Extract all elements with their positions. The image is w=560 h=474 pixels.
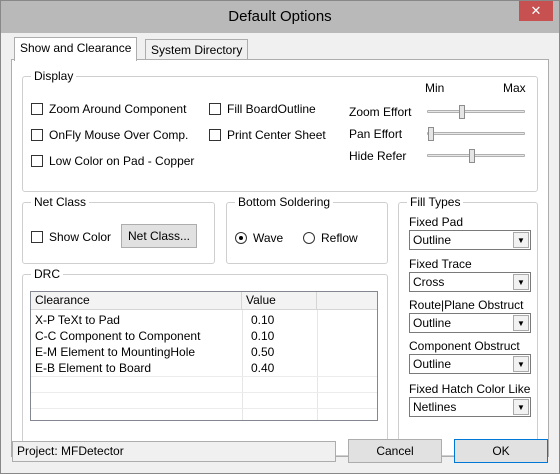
fill-types-legend: Fill Types [407,195,464,209]
pan-effort-slider[interactable] [427,127,525,141]
dialog-body: Show and Clearance System Directory Disp… [6,33,554,469]
drc-legend: DRC [31,267,63,281]
value-cell[interactable]: 0.40 [251,360,274,376]
checkbox-box[interactable] [209,103,221,115]
fixed-pad-select[interactable]: Outline ▼ [409,230,531,250]
checkbox-box[interactable] [31,231,43,243]
display-legend: Display [31,69,77,83]
radio-dot[interactable] [303,232,315,244]
value-cell[interactable]: 0.10 [251,328,274,344]
pan-effort-label: Pan Effort [349,127,403,141]
component-obstruct-label: Component Obstruct [409,339,520,353]
checkbox-box[interactable] [31,103,43,115]
close-button[interactable]: ✕ [519,1,553,21]
clearance-cell: C-C Component to Component [35,329,201,343]
chevron-down-icon[interactable]: ▼ [513,356,529,372]
checkbox-box[interactable] [31,155,43,167]
checkbox-label: Low Color on Pad - Copper [49,154,195,168]
select-value: Outline [413,316,452,330]
cancel-button[interactable]: Cancel [348,439,442,463]
dialog-window: Default Options ✕ Show and Clearance Sys… [0,0,560,474]
slider-max-label: Max [503,81,526,95]
checkbox-label: Fill BoardOutline [227,102,316,116]
row-divider [31,408,377,409]
table-row[interactable]: E-M Element to MountingHole 0.50 [31,344,377,360]
chevron-down-icon[interactable]: ▼ [513,399,529,415]
route-plane-obstruct-select[interactable]: Outline ▼ [409,313,531,333]
zoom-effort-label: Zoom Effort [349,105,412,119]
value-cell[interactable]: 0.50 [251,344,274,360]
slider-thumb[interactable] [459,105,465,119]
fixed-hatch-color-label: Fixed Hatch Color Like [409,382,531,396]
zoom-effort-slider[interactable] [427,105,525,119]
chevron-down-icon[interactable]: ▼ [513,315,529,331]
ok-button[interactable]: OK [454,439,548,463]
slider-thumb[interactable] [428,127,434,141]
table-row[interactable]: X-P TeXt to Pad 0.10 [31,312,377,328]
net-class-legend: Net Class [31,195,90,209]
checkbox-label: OnFly Mouse Over Comp. [49,128,189,142]
select-value: Netlines [413,400,457,414]
checkbox-label: Print Center Sheet [227,128,326,142]
close-icon: ✕ [530,3,542,18]
low-color-on-pad-checkbox[interactable]: Low Color on Pad - Copper [31,153,194,169]
reflow-radio[interactable]: Reflow [303,230,358,246]
select-value: Outline [413,357,452,371]
drc-table[interactable]: Clearance Value X-P TeXt to Pad 0.10 C-C… [30,291,378,421]
net-class-group: Net Class Show Color Net Class... [22,195,215,264]
column-header-value[interactable]: Value [242,292,317,310]
chevron-down-icon[interactable]: ▼ [513,274,529,290]
table-row[interactable]: E-B Element to Board 0.40 [31,360,377,376]
tab-panel-show-and-clearance: Display Zoom Around Component OnFly Mous… [11,59,549,457]
zoom-around-component-checkbox[interactable]: Zoom Around Component [31,101,186,117]
component-obstruct-select[interactable]: Outline ▼ [409,354,531,374]
hide-refer-label: Hide Refer [349,149,407,163]
slider-thumb[interactable] [469,149,475,163]
fill-types-group: Fill Types Fixed Pad Outline ▼ Fixed Tra… [398,195,538,456]
radio-label: Reflow [321,231,358,245]
value-cell[interactable]: 0.10 [251,312,274,328]
checkbox-box[interactable] [31,129,43,141]
fixed-hatch-color-select[interactable]: Netlines ▼ [409,397,531,417]
drc-group: DRC Clearance Value X-P TeXt to Pad 0.10… [22,267,388,456]
row-divider [31,376,377,377]
select-value: Cross [413,275,445,289]
chevron-down-icon[interactable]: ▼ [513,232,529,248]
route-plane-obstruct-label: Route|Plane Obstruct [409,298,524,312]
tab-show-and-clearance[interactable]: Show and Clearance [14,37,138,61]
hide-refer-slider[interactable] [427,149,525,163]
fill-board-outline-checkbox[interactable]: Fill BoardOutline [209,101,316,117]
checkbox-label: Zoom Around Component [49,102,187,116]
window-title: Default Options [228,8,332,25]
radio-dot[interactable] [235,232,247,244]
fixed-trace-label: Fixed Trace [409,257,472,271]
table-header: Clearance Value [31,292,377,310]
select-value: Outline [413,233,452,247]
checkbox-label: Show Color [49,230,112,244]
tab-system-directory[interactable]: System Directory [145,39,249,61]
clearance-cell: X-P TeXt to Pad [35,313,120,327]
onfly-mouse-over-checkbox[interactable]: OnFly Mouse Over Comp. [31,127,188,143]
project-status: Project: MFDetector [12,441,336,462]
fixed-pad-label: Fixed Pad [409,215,464,229]
wave-radio[interactable]: Wave [235,230,283,246]
clearance-cell: E-B Element to Board [35,361,152,375]
title-bar[interactable]: Default Options ✕ [1,1,559,33]
display-group: Display Zoom Around Component OnFly Mous… [22,69,538,192]
fixed-trace-select[interactable]: Cross ▼ [409,272,531,292]
bottom-soldering-group: Bottom Soldering Wave Reflow [226,195,388,264]
table-row[interactable]: C-C Component to Component 0.10 [31,328,377,344]
radio-label: Wave [253,231,284,245]
checkbox-box[interactable] [209,129,221,141]
clearance-cell: E-M Element to MountingHole [35,345,196,359]
column-header-clearance[interactable]: Clearance [31,292,242,310]
net-class-button[interactable]: Net Class... [121,224,197,248]
slider-min-label: Min [425,81,445,95]
row-divider [31,392,377,393]
show-color-checkbox[interactable]: Show Color [31,229,111,245]
bottom-soldering-legend: Bottom Soldering [235,195,334,209]
print-center-sheet-checkbox[interactable]: Print Center Sheet [209,127,326,143]
